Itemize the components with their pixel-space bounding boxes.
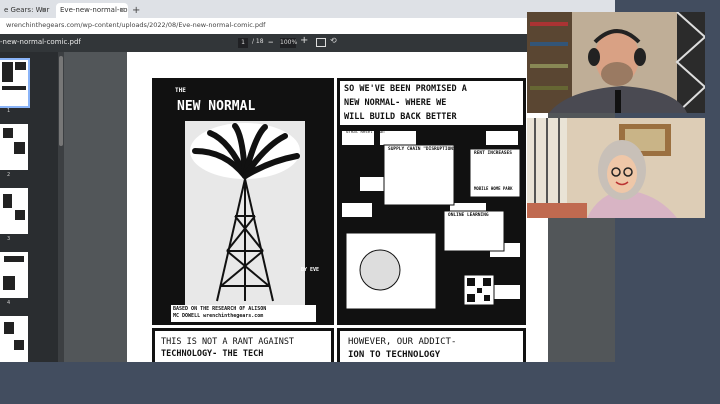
rotate-icon[interactable]: ⟲ bbox=[330, 36, 337, 45]
zoom-in-button[interactable]: + bbox=[300, 35, 308, 46]
comic-panel-addiction: HOWEVER, OUR ADDICT- ION TO TECHNOLOGY bbox=[337, 328, 526, 362]
fit-page-icon[interactable] bbox=[316, 38, 326, 47]
tab-strip: e Gears: Working G × Eve-new-normal-comi… bbox=[0, 0, 615, 18]
webcam-participant-2 bbox=[527, 118, 705, 218]
thumbnail-number: 4 bbox=[7, 300, 11, 306]
tab-gears[interactable]: e Gears: Working G × bbox=[0, 3, 50, 18]
page-thumbnail[interactable] bbox=[0, 188, 28, 234]
browser-window: e Gears: Working G × Eve-new-normal-comi… bbox=[0, 0, 615, 362]
comic-title: NEW NORMAL bbox=[177, 99, 256, 114]
page-thumbnail[interactable] bbox=[0, 252, 28, 298]
comic-label-online: ONLINE LEARNING bbox=[448, 213, 489, 218]
comic-caption-line2: MC DOWELL wrenchinthegears.com bbox=[173, 313, 264, 319]
close-icon[interactable]: × bbox=[119, 3, 125, 18]
comic-panel-promise: SO WE'VE BEEN PROMISED A NEW NORMAL- WHE… bbox=[337, 78, 526, 325]
comic-text-line: HOWEVER, OUR ADDICT- bbox=[348, 337, 457, 347]
page-thumbnail[interactable] bbox=[0, 124, 28, 170]
comic-label-supply: SUPPLY CHAIN "DISRUPTIONS" bbox=[388, 147, 459, 152]
address-bar[interactable]: wrenchinthegears.com/wp-content/uploads/… bbox=[0, 18, 615, 35]
scrollbar-thumb[interactable] bbox=[59, 56, 63, 146]
comic-caption-line1: BASED ON THE RESEARCH OF ALISON bbox=[173, 306, 267, 312]
page-count: / 18 bbox=[252, 38, 264, 45]
comic-label-mobile: MOBILE HOME PARK bbox=[474, 186, 513, 191]
tab-label: Eve-new-normal-comic.pdf bbox=[60, 6, 128, 14]
webcam-participant-1 bbox=[527, 12, 705, 113]
comic-byline: BY EVE bbox=[301, 267, 320, 273]
thumbnail-number: 3 bbox=[7, 236, 11, 242]
close-icon[interactable]: × bbox=[41, 3, 47, 18]
comic-text-line: TECHNOLOGY- THE TECH bbox=[161, 349, 264, 359]
thumbnail-number: 1 bbox=[7, 108, 11, 114]
zoom-out-button[interactable]: – bbox=[268, 35, 274, 48]
tab-pdf[interactable]: Eve-new-normal-comic.pdf × bbox=[56, 3, 128, 18]
comic-label-reset: Great Reset Plan bbox=[346, 129, 385, 134]
comic-text-line: THIS IS NOT A RANT AGAINST bbox=[161, 337, 295, 347]
pdf-toolbar: -new-normal-comic.pdf 1 / 18 – 100% + ⟲ bbox=[0, 34, 615, 52]
thumbnail-sidebar: 1 2 3 4 bbox=[0, 52, 64, 362]
page-thumbnail[interactable] bbox=[0, 316, 28, 362]
comic-text-line: NEW NORMAL- WHERE WE bbox=[344, 98, 447, 108]
thumbnail-number: 2 bbox=[7, 172, 11, 178]
comic-the: THE bbox=[175, 87, 186, 94]
comic-text-line: SO WE'VE BEEN PROMISED A bbox=[344, 84, 467, 94]
oil-derrick-illustration bbox=[185, 121, 305, 316]
comic-panel-rant: THIS IS NOT A RANT AGAINST TECHNOLOGY- T… bbox=[152, 328, 334, 362]
pdf-title: -new-normal-comic.pdf bbox=[0, 38, 81, 46]
comic-text-line: ION TO TECHNOLOGY bbox=[348, 350, 441, 360]
participant-video bbox=[527, 12, 705, 113]
comic-panel-title: THE NEW NORMAL BY EVE BASED ON THE RESEA… bbox=[152, 78, 334, 325]
page-thumbnail[interactable] bbox=[0, 58, 30, 108]
page-number-input[interactable]: 1 bbox=[238, 38, 248, 48]
new-tab-button[interactable]: + bbox=[132, 3, 140, 18]
participant-video bbox=[527, 118, 705, 218]
url-text[interactable]: wrenchinthegears.com/wp-content/uploads/… bbox=[6, 21, 265, 29]
zoom-level[interactable]: 100% bbox=[280, 38, 297, 48]
comic-caption-box: BASED ON THE RESEARCH OF ALISON MC DOWEL… bbox=[171, 305, 316, 322]
comic-label-rent: RENT INCREASES bbox=[474, 151, 512, 156]
comic-text-line: WILL BUILD BACK BETTER bbox=[344, 112, 457, 122]
